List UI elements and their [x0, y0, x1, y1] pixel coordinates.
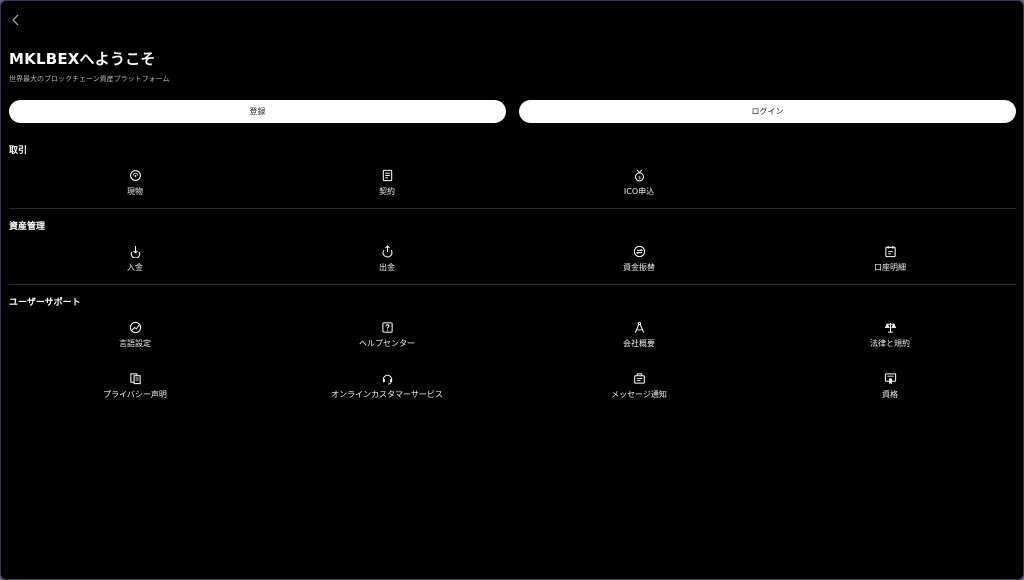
- menu-item-label: 口座明細: [874, 263, 906, 272]
- contract-icon: [380, 168, 394, 182]
- menu-item-transfer[interactable]: 資金振替: [529, 244, 749, 278]
- menu-item-label: ヘルプセンター: [359, 339, 415, 348]
- page-subtitle: 世界最大のブロックチェーン資産プラットフォーム: [9, 75, 170, 83]
- menu-item-label: 入金: [127, 263, 143, 272]
- section-divider: [9, 208, 1016, 209]
- menu-item-label: 言語設定: [119, 339, 151, 348]
- menu-item-label: 出金: [379, 263, 395, 272]
- menu-item-label: オンラインカスタマーサービス: [331, 390, 443, 399]
- menu-item-privacy[interactable]: プライバシー声明: [25, 371, 245, 405]
- menu-item-label: ICO申込: [623, 187, 655, 196]
- app-window: MKLBEXへようこそ 世界最大のブロックチェーン資産プラットフォーム 登録 ロ…: [0, 0, 1024, 580]
- compass-icon: [632, 320, 646, 334]
- menu-item-language[interactable]: 言語設定: [25, 320, 245, 354]
- page-title: MKLBEXへようこそ: [9, 50, 156, 68]
- menu-item-label: 資格: [882, 390, 898, 399]
- menu-item-contract[interactable]: 契約: [277, 168, 497, 202]
- transfer-icon: [632, 244, 646, 258]
- menu-item-label: 現物: [127, 187, 143, 196]
- menu-item-about[interactable]: 会社概要: [529, 320, 749, 354]
- medal-icon: $: [632, 168, 646, 182]
- withdraw-icon: [380, 244, 394, 258]
- certificate-icon: [883, 371, 897, 385]
- statement-icon: [883, 244, 897, 258]
- menu-item-label: 契約: [379, 187, 395, 196]
- login-button[interactable]: ログイン: [519, 100, 1016, 123]
- section-title-support: ユーザーサポート: [9, 298, 81, 308]
- menu-item-messages[interactable]: メッセージ通知: [529, 371, 749, 405]
- chevron-left-icon: [12, 14, 19, 26]
- menu-item-statement[interactable]: 口座明細: [780, 244, 1000, 278]
- headset-icon: [380, 371, 394, 385]
- message-icon: [632, 371, 646, 385]
- menu-item-legal[interactable]: 法律と規約: [780, 320, 1000, 354]
- menu-item-help[interactable]: ヘルプセンター: [277, 320, 497, 354]
- menu-item-label: プライバシー声明: [103, 390, 167, 399]
- svg-text:$: $: [638, 174, 641, 180]
- privacy-icon: [128, 371, 142, 385]
- menu-item-label: 会社概要: [623, 339, 655, 348]
- spot-icon: [128, 168, 142, 182]
- menu-item-label: 法律と規約: [870, 339, 910, 348]
- section-title-assets: 資産管理: [9, 222, 46, 232]
- menu-item-withdraw[interactable]: 出金: [277, 244, 497, 278]
- menu-item-label: メッセージ通知: [611, 390, 667, 399]
- section-divider: [9, 284, 1016, 285]
- scales-icon: [883, 320, 897, 334]
- back-button[interactable]: [7, 11, 25, 29]
- section-title-trade: 取引: [9, 146, 28, 156]
- menu-item-customer-service[interactable]: オンラインカスタマーサービス: [277, 371, 497, 405]
- menu-item-label: 資金振替: [623, 263, 655, 272]
- deposit-icon: [128, 244, 142, 258]
- menu-item-certificate[interactable]: 資格: [780, 371, 1000, 405]
- menu-item-spot[interactable]: 現物: [25, 168, 245, 202]
- register-button[interactable]: 登録: [9, 100, 506, 123]
- language-icon: [128, 320, 142, 334]
- menu-item-deposit[interactable]: 入金: [25, 244, 245, 278]
- help-icon: [380, 320, 394, 334]
- menu-item-ico[interactable]: $ ICO申込: [529, 168, 749, 202]
